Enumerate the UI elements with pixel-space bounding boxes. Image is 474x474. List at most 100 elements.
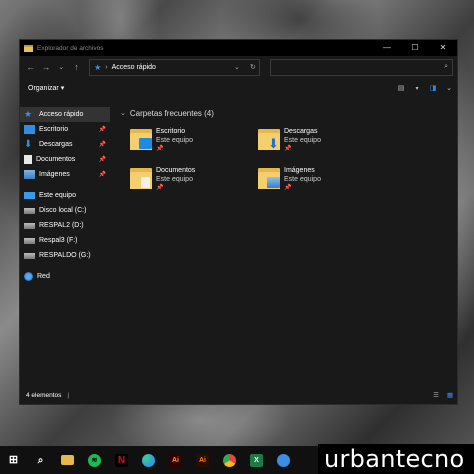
taskbar-illustrator[interactable]: Ai — [162, 446, 189, 474]
folder-tile-pictures[interactable]: Imágenes Este equipo 📌 — [258, 166, 321, 193]
folder-location: Este equipo — [156, 176, 193, 183]
breadcrumb-separator: › — [105, 63, 108, 71]
watermark: urbantecno — [318, 444, 474, 474]
organize-button[interactable]: Organizar ▾ — [28, 84, 393, 92]
main-pane: ⌄ Carpetas frecuentes (4) Escritorio Est… — [110, 100, 457, 387]
forward-arrow-icon[interactable]: → — [39, 62, 52, 72]
sidebar-item-drive-c[interactable]: Disco local (C:) — [20, 203, 110, 218]
taskbar-spotify[interactable]: ≋ — [81, 446, 108, 474]
details-view-icon[interactable]: ☰ — [429, 391, 443, 399]
pin-icon: 📌 — [98, 142, 106, 148]
sidebar-item-label: Respal3 (F:) — [39, 237, 78, 244]
up-arrow-icon[interactable]: ↑ — [70, 62, 83, 72]
sidebar-item-drive-g[interactable]: RESPALDO (G:) — [20, 248, 110, 263]
sidebar-item-downloads[interactable]: ⬇ Descargas 📌 — [20, 137, 110, 152]
organize-dropdown-icon: ▾ — [60, 85, 65, 92]
maximize-button[interactable]: ☐ — [401, 40, 429, 56]
document-icon — [24, 155, 32, 164]
status-bar: 4 elementos | ☰ ▦ — [20, 386, 457, 404]
drive-icon — [24, 207, 35, 214]
close-button[interactable]: ✕ — [429, 40, 457, 56]
sidebar-item-documents[interactable]: Documentos 📌 — [20, 152, 110, 167]
sidebar-item-network[interactable]: Red — [20, 269, 110, 284]
folder-name: Imágenes — [284, 167, 315, 174]
netflix-icon: N — [115, 453, 128, 467]
pin-icon: 📌 — [156, 185, 164, 191]
quick-access-star-icon: ★ — [94, 62, 102, 72]
address-dropdown-icon[interactable]: ⌄ — [231, 63, 243, 71]
window-title: Explorador de archivos — [37, 44, 104, 52]
taskbar-edge[interactable] — [135, 446, 162, 474]
details-pane-icon[interactable]: ◨ — [425, 84, 441, 92]
pin-icon: 📌 — [284, 146, 292, 152]
start-button[interactable]: ⊞ — [0, 446, 27, 474]
folder-name: Escritorio — [156, 128, 186, 135]
sidebar-item-label: Escritorio — [39, 126, 69, 133]
folder-location: Este equipo — [156, 137, 193, 144]
sidebar-item-quick-access[interactable]: ★ Acceso rápido — [20, 107, 110, 122]
refresh-icon[interactable]: ↻ — [247, 63, 259, 71]
folder-tile-downloads[interactable]: ⬇ Descargas Este equipo 📌 — [258, 127, 321, 154]
edge-icon — [142, 453, 155, 467]
excel-icon: X — [250, 453, 263, 467]
chrome-icon — [223, 453, 236, 467]
folder-grid: Escritorio Este equipo 📌 ⬇ Descargas Est… — [120, 119, 457, 219]
folder-location: Este equipo — [284, 176, 321, 183]
file-explorer-icon — [61, 455, 74, 465]
sidebar-item-label: Disco local (C:) — [39, 207, 87, 214]
taskbar-chrome[interactable] — [216, 446, 243, 474]
taskbar-illustrator-2[interactable]: Ai — [189, 446, 216, 474]
large-icons-view-icon[interactable]: ▦ — [443, 391, 457, 399]
taskbar-vpn[interactable] — [270, 446, 297, 474]
pin-icon: 📌 — [98, 157, 106, 163]
folder-tile-documents[interactable]: Documentos Este equipo 📌 — [130, 166, 195, 193]
search-input[interactable]: ⌕ — [269, 58, 454, 76]
item-count: 4 elementos — [26, 391, 62, 399]
sidebar-item-pictures[interactable]: Imágenes 📌 — [20, 167, 110, 182]
command-bar: Organizar ▾ ▤ ▾ ◨ ⌄ — [20, 78, 457, 98]
pictures-icon — [24, 170, 35, 179]
minimize-button[interactable]: — — [373, 40, 401, 56]
view-dropdown-icon[interactable]: ▾ — [409, 85, 425, 92]
group-title: Carpetas frecuentes (4) — [129, 108, 214, 118]
content-area: ★ Acceso rápido Escritorio 📌 ⬇ Descargas… — [20, 100, 457, 387]
sidebar-item-label: RESPALDO (G:) — [39, 252, 91, 259]
sidebar-item-label: Este equipo — [39, 192, 76, 199]
vpn-icon — [277, 453, 290, 467]
sidebar-item-label: Imágenes — [39, 171, 70, 178]
drive-icon — [24, 252, 35, 259]
documents-folder-icon — [130, 166, 152, 190]
illustrator-icon: Ai — [169, 453, 182, 467]
folder-tile-desktop[interactable]: Escritorio Este equipo 📌 — [130, 127, 193, 154]
breadcrumb[interactable]: Acceso rápido — [112, 64, 227, 71]
pictures-folder-icon — [258, 166, 280, 190]
sidebar-item-label: Acceso rápido — [39, 111, 84, 118]
frequent-folders-header[interactable]: ⌄ Carpetas frecuentes (4) — [120, 107, 457, 119]
sidebar-item-label: Documentos — [36, 156, 76, 163]
folder-icon — [24, 44, 33, 52]
view-options-icon[interactable]: ▤ — [393, 84, 409, 92]
sidebar-item-drive-f[interactable]: Respal3 (F:) — [20, 233, 110, 248]
star-icon: ★ — [24, 109, 33, 119]
search-button[interactable]: ⌕ — [27, 446, 54, 474]
taskbar-file-explorer[interactable] — [54, 446, 81, 474]
address-bar[interactable]: ★ › Acceso rápido ⌄ ↻ — [89, 58, 260, 76]
drive-icon — [24, 237, 35, 244]
download-icon: ⬇ — [24, 139, 33, 150]
file-explorer-window: Explorador de archivos — ☐ ✕ ← → ⌄ ↑ ★ ›… — [19, 39, 458, 405]
network-icon — [24, 272, 33, 281]
taskbar-excel[interactable]: X — [243, 446, 270, 474]
drive-icon — [24, 222, 35, 229]
toolbar-expand-icon[interactable]: ⌄ — [441, 84, 457, 92]
organize-label: Organizar — [28, 85, 59, 92]
sidebar-item-label: Descargas — [39, 141, 73, 148]
back-arrow-icon[interactable]: ← — [24, 62, 37, 72]
taskbar-netflix[interactable]: N — [108, 446, 135, 474]
search-icon: ⌕ — [37, 454, 44, 466]
navigation-bar: ← → ⌄ ↑ ★ › Acceso rápido ⌄ ↻ ⌕ — [20, 56, 457, 78]
sidebar-item-this-pc[interactable]: Este equipo — [20, 188, 110, 203]
recent-locations-chevron-icon[interactable]: ⌄ — [55, 63, 68, 71]
title-bar[interactable]: Explorador de archivos — ☐ ✕ — [20, 40, 457, 56]
sidebar-item-desktop[interactable]: Escritorio 📌 — [20, 122, 110, 137]
sidebar-item-drive-d[interactable]: RESPAL2 (D:) — [20, 218, 110, 233]
